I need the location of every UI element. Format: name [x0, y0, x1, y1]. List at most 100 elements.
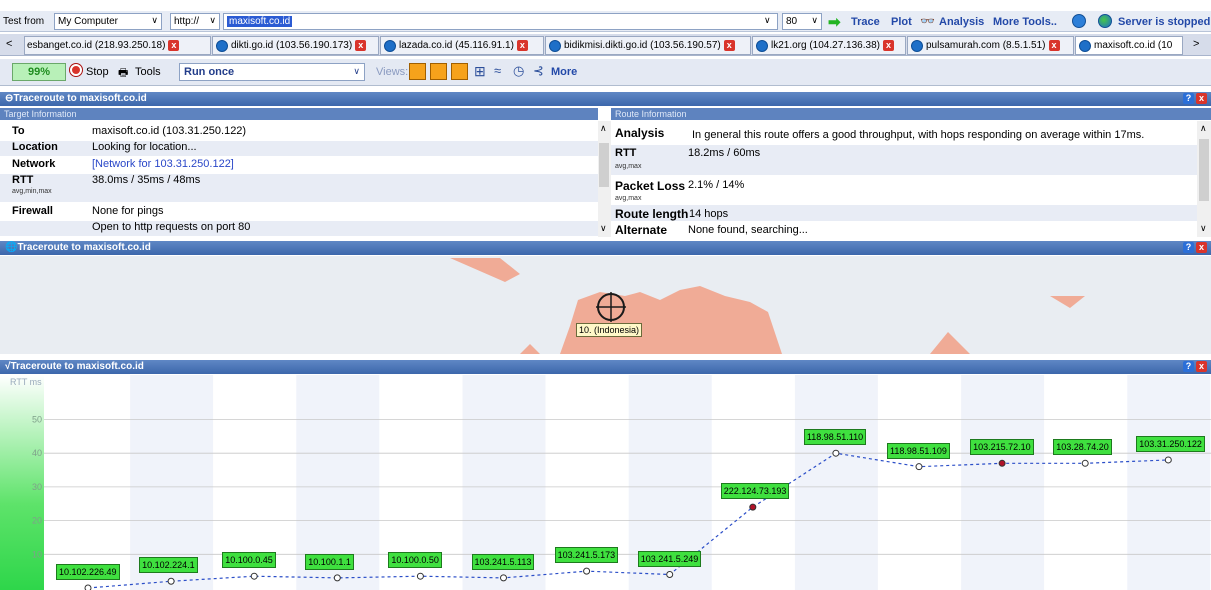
tab-lazada[interactable]: lazada.co.id (45.116.91.1) x	[380, 36, 544, 55]
panel-title: Traceroute to maxisoft.co.id	[13, 93, 147, 104]
wave-view-icon[interactable]: ≈	[494, 63, 501, 78]
network-link[interactable]: [Network for 103.31.250.122]	[92, 158, 234, 170]
hop-point[interactable]	[333, 574, 341, 582]
server-globe-icon	[1098, 14, 1112, 28]
port-value: 80	[786, 16, 798, 27]
tab-label: pulsamurah.com (8.5.1.51)	[926, 40, 1046, 51]
plot-button[interactable]: Plot	[891, 16, 912, 28]
column-band	[1127, 375, 1211, 590]
hop-label[interactable]: 10.100.0.45	[222, 552, 276, 569]
firewall-port-value: Open to http requests on port 80	[92, 221, 251, 233]
close-icon[interactable]: x	[1196, 361, 1207, 372]
target-info-header: Target Information	[0, 108, 598, 120]
stop-button[interactable]: Stop	[86, 66, 109, 78]
hop-label[interactable]: 118.98.51.109	[887, 442, 950, 459]
mode-select[interactable]: Run once ∨	[179, 63, 365, 81]
packet-loss-sub: avg,max	[615, 195, 642, 202]
hop-point[interactable]	[500, 574, 507, 582]
route-scrollbar[interactable]: ∧ ∨	[1197, 121, 1211, 237]
tab-scroll-left-icon[interactable]: <	[6, 38, 12, 50]
hop-point[interactable]	[749, 503, 757, 511]
hop-point[interactable]	[832, 449, 840, 457]
close-icon[interactable]: x	[882, 40, 894, 51]
hop-label[interactable]: 10.100.1.1	[305, 553, 354, 570]
hop-point[interactable]	[666, 571, 674, 579]
map-view-icon[interactable]	[430, 63, 447, 80]
close-icon[interactable]: x	[1196, 242, 1207, 253]
to-key: To	[12, 125, 25, 137]
hop-point[interactable]	[1081, 459, 1089, 467]
more-button[interactable]: More	[551, 66, 577, 78]
location-key: Location	[12, 141, 58, 153]
y-tick-label: 30	[32, 482, 42, 492]
grid-view-icon[interactable]: ⊞	[474, 63, 486, 80]
hop-point[interactable]	[915, 463, 923, 471]
network-view-icon[interactable]: ⊰	[533, 63, 544, 79]
globe-icon	[756, 40, 768, 52]
y-tick-label: 10	[32, 549, 42, 559]
help-icon[interactable]: ?	[1183, 361, 1194, 372]
route-map[interactable]: 10. (Indonesia)	[0, 256, 1211, 354]
tab-esbanget[interactable]: esbanget.co.id (218.93.250.18) x	[24, 36, 211, 55]
tab-label: lazada.co.id (45.116.91.1)	[399, 40, 514, 51]
hop-label[interactable]: 103.31.250.122	[1136, 435, 1205, 452]
hop-label[interactable]: 10.100.0.50	[388, 552, 442, 569]
hop-point[interactable]	[84, 584, 92, 590]
hop-point[interactable]	[167, 577, 175, 585]
url-dropdown-icon[interactable]: ∨	[764, 15, 771, 26]
hop-point[interactable]	[583, 567, 591, 575]
more-tools-button[interactable]: More Tools..	[993, 16, 1057, 28]
map-panel-header: 🌐Traceroute to maxisoft.co.id ? x	[0, 241, 1211, 255]
protocol-select[interactable]: http:// ∨	[170, 13, 220, 30]
panel-title: Traceroute to maxisoft.co.id	[10, 361, 144, 372]
trace-button[interactable]: Trace	[851, 16, 880, 28]
hop-label[interactable]: 103.241.5.249	[637, 550, 702, 567]
progress-indicator: 99%	[12, 63, 66, 81]
table-view-icon[interactable]	[409, 63, 426, 80]
hop-point[interactable]	[1164, 456, 1172, 464]
clock-view-icon[interactable]: ◷	[513, 63, 524, 79]
hop-point[interactable]	[250, 572, 258, 580]
close-icon[interactable]: x	[516, 40, 528, 51]
close-icon[interactable]: x	[1048, 40, 1060, 51]
hop-label[interactable]: 10.102.226.49	[56, 564, 120, 580]
test-from-value: My Computer	[58, 16, 119, 27]
hop-point[interactable]	[998, 459, 1006, 467]
hop-label[interactable]: 10.102.224.1	[139, 557, 198, 574]
route-length-key: Route length	[615, 207, 689, 221]
close-icon[interactable]: x	[168, 40, 180, 51]
chart-view-icon[interactable]	[451, 63, 468, 80]
tab-lk21[interactable]: lk21.org (104.27.136.38) x	[752, 36, 906, 55]
close-icon[interactable]: x	[723, 40, 735, 51]
close-icon[interactable]: x	[355, 40, 367, 51]
globe-settings-icon[interactable]	[1072, 14, 1086, 28]
map-location-label: 10. (Indonesia)	[576, 323, 643, 337]
tab-bidikmisi[interactable]: bidikmisi.dikti.go.id (103.56.190.57) x	[545, 36, 751, 55]
hop-label[interactable]: 103.241.5.173	[554, 547, 619, 564]
test-from-select[interactable]: My Computer ∨	[54, 13, 162, 30]
port-select[interactable]: 80 ∨	[782, 13, 822, 30]
globe-icon	[1079, 40, 1091, 52]
hop-label[interactable]: 103.241.5.113	[471, 553, 535, 570]
hop-label[interactable]: 103.28.74.20	[1053, 439, 1112, 456]
help-icon[interactable]: ?	[1183, 93, 1194, 104]
tab-pulsamurah[interactable]: pulsamurah.com (8.5.1.51) x	[907, 36, 1074, 55]
hop-point[interactable]	[416, 572, 424, 580]
help-icon[interactable]: ?	[1183, 242, 1194, 253]
rtt-chart[interactable]: RTT ms 10 20 30 40 50 10.102.226.49 10.102.22…	[0, 375, 1211, 590]
tab-label: maxisoft.co.id (10	[1094, 40, 1173, 51]
server-status[interactable]: Server is stopped	[1118, 16, 1210, 28]
hop-label[interactable]: 103.215.72.10	[970, 439, 1034, 456]
tab-dikti[interactable]: dikti.go.id (103.56.190.173) x	[212, 36, 379, 55]
url-input[interactable]: maxisoft.co.id ∨	[223, 13, 778, 30]
tab-scroll-right-icon[interactable]: >	[1193, 38, 1199, 50]
views-label: Views:	[376, 66, 409, 78]
analysis-button[interactable]: Analysis	[939, 16, 984, 28]
tools-button[interactable]: Tools	[135, 66, 161, 78]
tab-maxisoft[interactable]: maxisoft.co.id (10	[1075, 36, 1183, 55]
close-icon[interactable]: x	[1196, 93, 1207, 104]
hop-label[interactable]: 222.124.73.193	[720, 483, 790, 500]
target-scrollbar[interactable]: ∧ ∨	[598, 121, 611, 237]
land-shape	[450, 258, 520, 282]
hop-label[interactable]: 118.98.51.110	[803, 429, 867, 446]
